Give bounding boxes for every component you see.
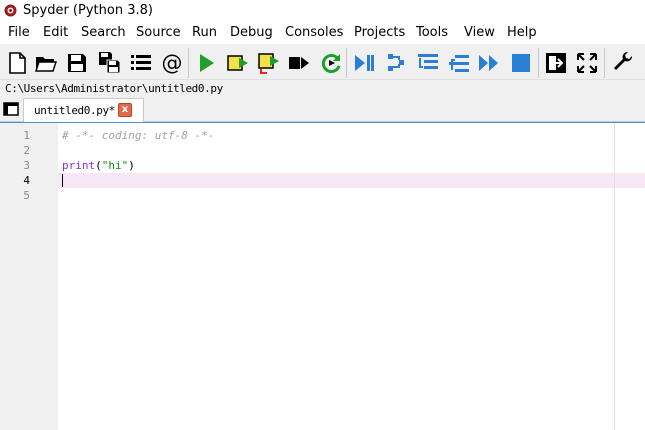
menu-source[interactable]: Source [136, 24, 181, 42]
step-button[interactable] [384, 50, 410, 76]
code-line-print: print("hi") [62, 158, 135, 173]
menu-run[interactable]: Run [192, 24, 217, 42]
spyder-logo-icon [4, 4, 17, 17]
rerun-button[interactable] [318, 50, 344, 76]
string-literal: "hi" [101, 159, 129, 172]
save-file-button[interactable] [64, 50, 90, 76]
open-file-icon [35, 57, 57, 72]
close-paren: ) [128, 159, 135, 172]
line-number-gutter: 1 2 3 4 5 [0, 123, 58, 430]
stop-button[interactable] [508, 50, 534, 76]
step-into-button[interactable] [415, 50, 441, 76]
preferences-button[interactable] [610, 50, 636, 76]
run-cell-advance-icon [258, 53, 279, 74]
show-list-button[interactable] [128, 50, 154, 76]
line-number: 5 [23, 189, 30, 202]
debug-icon [355, 55, 374, 71]
editor-tab-bar: untitled0.py* x [0, 97, 645, 122]
debug-button[interactable] [351, 50, 377, 76]
close-tab-icon[interactable]: x [118, 103, 132, 117]
maximize-pane-button[interactable] [543, 50, 569, 76]
menu-search[interactable]: Search [81, 24, 126, 42]
menu-tools[interactable]: Tools [416, 24, 448, 42]
fullscreen-button[interactable] [574, 50, 600, 76]
at-symbol-button[interactable]: @ [159, 50, 185, 76]
run-cell-advance-button[interactable] [256, 50, 282, 76]
main-toolbar: @ [0, 44, 645, 80]
browse-tabs-icon[interactable] [3, 102, 19, 116]
menu-consoles[interactable]: Consoles [285, 24, 343, 42]
line-number: 1 [23, 129, 30, 142]
file-path-bar: C:\Users\Administrator\untitled0.py [0, 80, 645, 97]
fullscreen-icon [577, 53, 597, 73]
new-file-button[interactable] [4, 50, 30, 76]
open-file-button[interactable] [33, 50, 59, 76]
run-selection-button[interactable] [286, 50, 312, 76]
step-into-icon [418, 54, 438, 69]
svg-text:@: @ [162, 51, 183, 75]
line-number: 3 [23, 159, 30, 172]
rerun-icon [321, 54, 341, 73]
menu-help[interactable]: Help [507, 24, 537, 42]
file-path: C:\Users\Administrator\untitled0.py [5, 82, 223, 95]
line-number-current: 4 [23, 174, 30, 187]
title-bar: Spyder (Python 3.8) [0, 0, 645, 22]
step-return-icon [449, 55, 469, 72]
menu-bar: File Edit Search Source Run Debug Consol… [0, 22, 645, 44]
new-file-icon [9, 52, 26, 74]
menu-edit[interactable]: Edit [43, 24, 68, 42]
code-area[interactable]: # -*- coding: utf-8 -*- print("hi") [58, 123, 645, 430]
window-title: Spyder (Python 3.8) [23, 3, 153, 18]
stop-icon [512, 54, 530, 72]
show-list-icon [131, 55, 151, 70]
maximize-pane-icon [546, 53, 566, 73]
preferences-wrench-icon [614, 51, 633, 70]
continue-icon [479, 55, 498, 71]
step-icon [388, 54, 404, 71]
line-number: 2 [23, 144, 30, 157]
save-file-icon [68, 54, 86, 72]
run-selection-icon [289, 57, 309, 69]
text-cursor [62, 174, 63, 187]
code-line-comment: # -*- coding: utf-8 -*- [62, 129, 215, 142]
menu-projects[interactable]: Projects [354, 24, 405, 42]
at-symbol-icon: @ [162, 51, 183, 75]
run-cell-button[interactable] [225, 50, 251, 76]
edge-line [614, 123, 615, 430]
current-line-highlight [58, 173, 645, 188]
code-editor[interactable]: 1 2 3 4 5 # -*- coding: utf-8 -*- print(… [0, 122, 645, 430]
tab-untitled0[interactable]: untitled0.py* x [23, 98, 144, 122]
save-all-icon [99, 52, 121, 74]
builtin-print: print [62, 159, 96, 172]
run-cell-icon [227, 55, 248, 71]
tab-label: untitled0.py* [34, 104, 115, 117]
continue-button[interactable] [476, 50, 502, 76]
run-icon [200, 54, 214, 72]
menu-debug[interactable]: Debug [230, 24, 273, 42]
step-return-button[interactable] [446, 50, 472, 76]
menu-view[interactable]: View [464, 24, 495, 42]
save-all-button[interactable] [97, 50, 123, 76]
run-button[interactable] [193, 50, 219, 76]
menu-file[interactable]: File [8, 24, 30, 42]
open-paren: ( [95, 159, 102, 172]
